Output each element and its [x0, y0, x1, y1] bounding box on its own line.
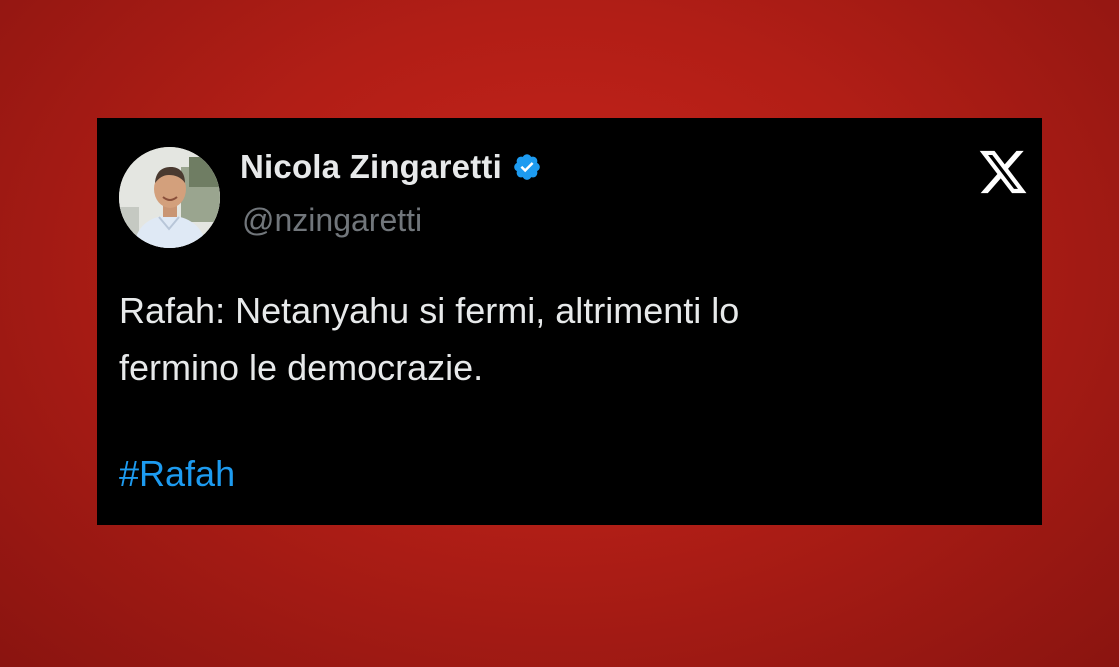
avatar-image — [119, 147, 220, 248]
hashtag-link[interactable]: #Rafah — [119, 453, 235, 495]
author-name-text: Nicola Zingaretti — [240, 148, 502, 185]
tweet-text: Rafah: Netanyahu si fermi, altrimenti lo… — [119, 290, 740, 388]
user-handle[interactable]: @nzingaretti — [242, 202, 422, 239]
x-logo-icon[interactable] — [977, 146, 1029, 198]
verified-badge-icon — [512, 152, 542, 182]
author-name[interactable]: Nicola Zingaretti — [240, 148, 542, 186]
tweet-card: Nicola Zingaretti @nzingaretti Rafah: Ne… — [97, 118, 1042, 525]
avatar[interactable] — [119, 147, 220, 248]
